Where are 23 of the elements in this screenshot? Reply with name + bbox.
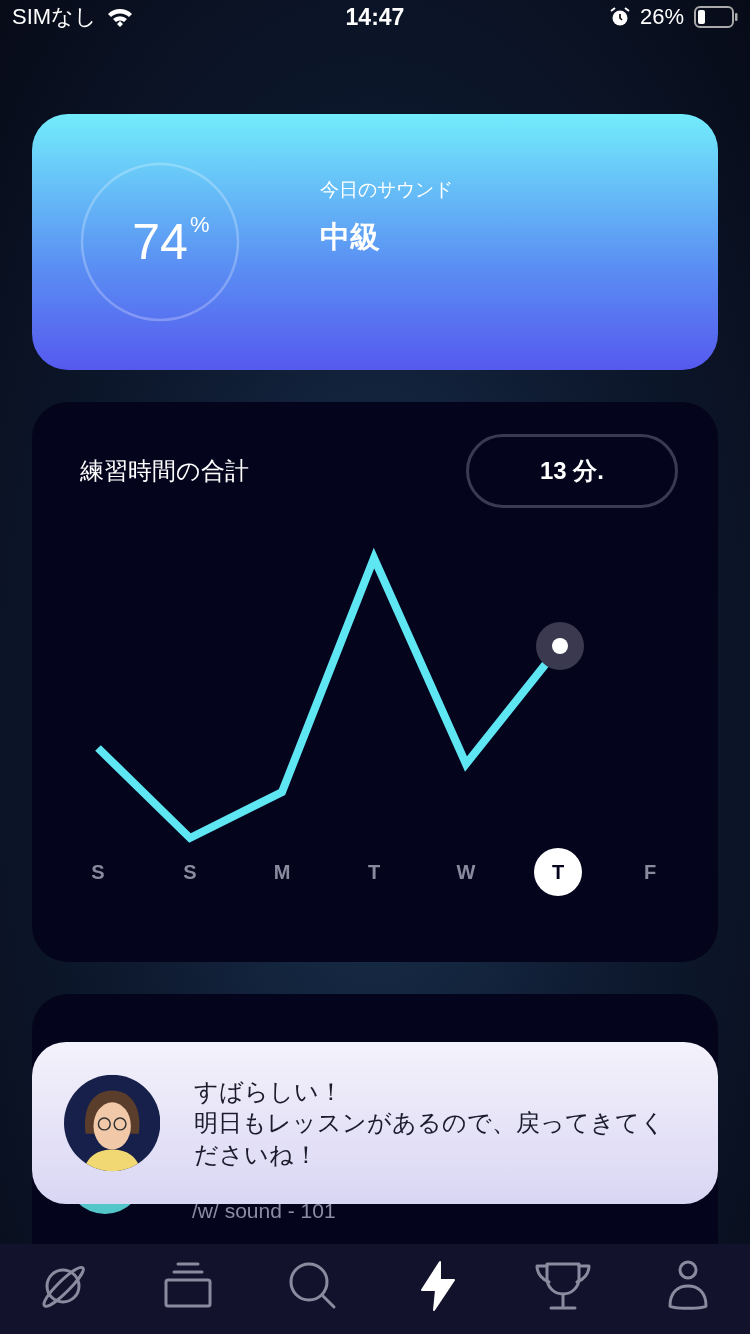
battery-percent: 26% [639,4,684,31]
day-label[interactable]: S [166,848,214,897]
day-label[interactable]: M [258,848,306,897]
day-label[interactable]: W [442,848,490,897]
coach-message: すばらしい！ 明日もレッスンがあるので、戻ってきてくださいね！ [194,1077,667,1170]
level-name: 中級 [320,218,381,255]
day-label[interactable]: T [350,848,398,897]
practice-title: 練習時間の合計 [80,456,249,487]
carrier-text: SIMなし [12,3,98,32]
day-label[interactable]: S [74,848,122,897]
battery-icon [694,6,738,29]
percent-value: 74 [132,213,188,272]
day-label[interactable]: F [626,848,674,897]
day-label[interactable]: T [534,848,582,897]
sound-label: 今日のサウンド [320,177,453,202]
total-time-pill: 13 分. [466,434,678,509]
current-point-marker [536,622,584,671]
percent-sign: % [190,212,210,239]
wifi-icon [107,7,134,28]
alarm-icon [609,7,630,28]
lightning-icon [419,1260,456,1313]
lesson-subtitle: /w/ sound - 101 [192,1200,336,1222]
clock-time: 14:47 [345,3,405,31]
